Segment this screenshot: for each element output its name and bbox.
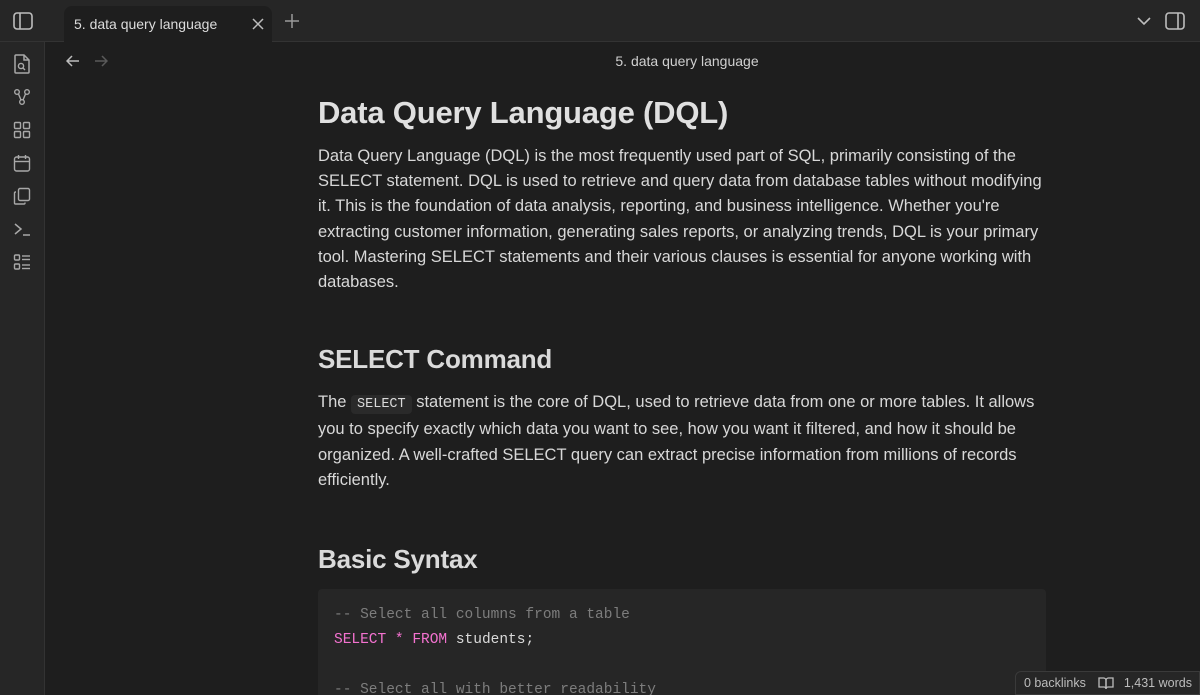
code-identifier: students;	[455, 632, 535, 649]
select-paragraph: The SELECT statement is the core of DQL,…	[318, 390, 1048, 493]
word-count: 1,431 words	[1123, 676, 1192, 690]
tab-title: 5. data query language	[74, 16, 218, 32]
right-sidebar-toggle-icon[interactable]	[1164, 10, 1186, 32]
left-sidebar-toggle-icon[interactable]	[12, 10, 34, 32]
code-keyword: FROM	[412, 632, 448, 649]
note-content[interactable]: Data Query Language (DQL) Data Query Lan…	[318, 92, 1048, 695]
view-header: 5. data query language	[46, 42, 1200, 80]
reading-view-icon[interactable]	[1098, 676, 1114, 690]
copy-icon[interactable]	[11, 185, 33, 207]
note-heading: Data Query Language (DQL)	[318, 95, 729, 130]
code-line: SELECT * FROM students;	[334, 628, 1030, 653]
file-search-icon[interactable]	[11, 53, 33, 75]
intro-paragraph: Data Query Language (DQL) is the most fr…	[318, 147, 1042, 292]
backlinks-count[interactable]: 0 backlinks	[1024, 676, 1086, 690]
code-block[interactable]: -- Select all columns from a table SELEC…	[318, 589, 1046, 695]
section-heading-select: SELECT Command	[318, 344, 553, 375]
select-paragraph-start: The	[318, 393, 352, 412]
code-keyword: SELECT	[334, 632, 387, 649]
chevron-down-icon[interactable]	[1134, 11, 1154, 31]
title-bar: 5. data query language	[0, 0, 1200, 42]
view-title[interactable]: 5. data query language	[46, 53, 1200, 69]
ribbon	[0, 42, 45, 695]
code-operator: *	[394, 632, 404, 649]
terminal-icon[interactable]	[11, 218, 33, 240]
select-paragraph-rest: statement is the core of DQL, used to re…	[318, 393, 1035, 489]
plus-icon[interactable]	[281, 10, 303, 32]
code-comment: -- Select all with better readability	[334, 682, 656, 695]
close-icon[interactable]	[244, 10, 272, 38]
inline-code: SELECT	[351, 395, 412, 415]
graph-icon[interactable]	[11, 86, 33, 108]
section-heading-syntax: Basic Syntax	[318, 544, 478, 575]
tab-active[interactable]: 5. data query language	[64, 6, 272, 42]
list-icon[interactable]	[11, 251, 33, 273]
status-bar: 0 backlinks 1,431 words	[1015, 671, 1200, 695]
calendar-icon[interactable]	[11, 152, 33, 174]
canvas-icon[interactable]	[11, 119, 33, 141]
code-comment: -- Select all columns from a table	[334, 607, 630, 624]
